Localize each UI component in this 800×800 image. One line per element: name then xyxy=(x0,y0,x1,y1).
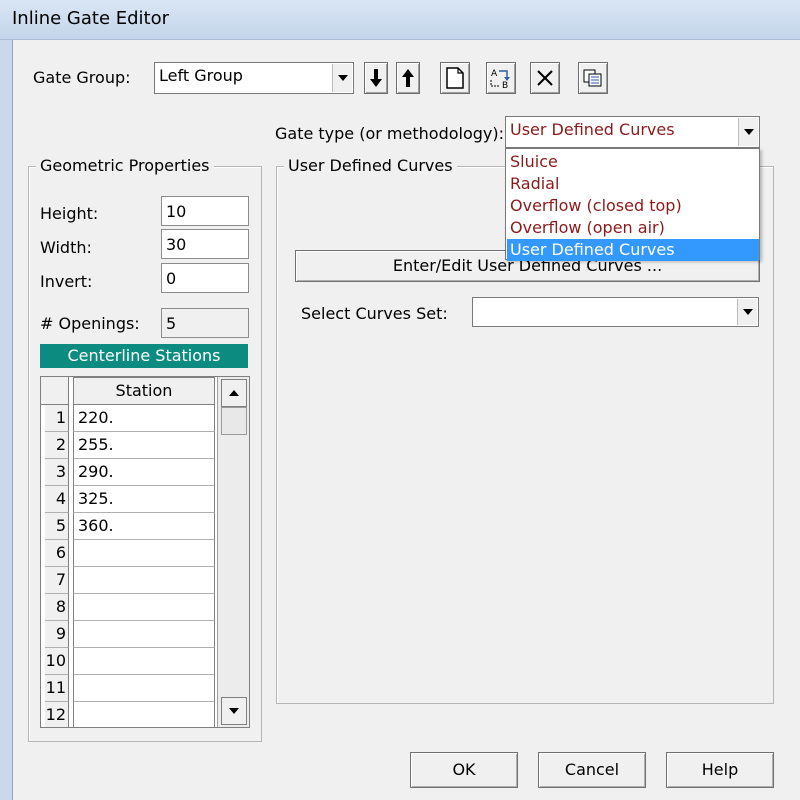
height-value: 10 xyxy=(166,202,187,221)
delete-icon xyxy=(537,70,553,86)
station-cell[interactable] xyxy=(73,621,215,648)
table-row[interactable]: 1 220. xyxy=(41,405,217,432)
dropdown-option[interactable]: Radial xyxy=(507,173,759,195)
title-bar: Inline Gate Editor xyxy=(0,0,800,40)
width-field[interactable]: 30 xyxy=(161,229,249,259)
cancel-button[interactable]: Cancel xyxy=(538,752,646,788)
row-number: 11 xyxy=(45,675,69,702)
chevron-down-icon[interactable] xyxy=(738,118,758,146)
svg-text:B: B xyxy=(502,81,508,90)
geometric-properties-title: Geometric Properties xyxy=(36,156,214,175)
chevron-down-icon xyxy=(229,708,239,714)
user-defined-curves-title: User Defined Curves xyxy=(284,156,457,175)
station-cell[interactable]: 255. xyxy=(73,432,215,459)
table-row[interactable]: 3 290. xyxy=(41,459,217,486)
table-row[interactable]: 5 360. xyxy=(41,513,217,540)
gate-type-dropdown-list[interactable]: Sluice Radial Overflow (closed top) Overflo… xyxy=(505,148,760,261)
table-row[interactable]: 10 xyxy=(41,648,217,675)
table-row[interactable]: 2 255. xyxy=(41,432,217,459)
chevron-down-icon[interactable] xyxy=(332,64,352,92)
centerline-stations-header: Centerline Stations xyxy=(40,344,248,368)
openings-label: # Openings: xyxy=(40,314,140,333)
select-curves-set-label: Select Curves Set: xyxy=(301,304,448,323)
new-icon xyxy=(446,67,464,89)
table-scrollbar[interactable] xyxy=(217,377,249,727)
delete-button[interactable] xyxy=(530,62,560,94)
table-row[interactable]: 6 xyxy=(41,540,217,567)
table-row[interactable]: 12 xyxy=(41,702,217,727)
gate-group-label: Gate Group: xyxy=(33,68,131,87)
station-cell[interactable] xyxy=(73,567,215,594)
station-cell[interactable] xyxy=(73,594,215,621)
rename-icon: AB xyxy=(490,69,510,90)
gate-type-value: User Defined Curves xyxy=(510,120,675,139)
move-down-icon xyxy=(370,69,382,87)
row-number: 2 xyxy=(45,432,69,459)
station-cell[interactable] xyxy=(73,675,215,702)
move-up-button[interactable] xyxy=(396,62,420,94)
row-number: 7 xyxy=(45,567,69,594)
table-row[interactable]: 11 xyxy=(41,675,217,702)
table-row[interactable]: 4 325. xyxy=(41,486,217,513)
chevron-down-icon[interactable] xyxy=(737,299,757,325)
row-number: 6 xyxy=(45,540,69,567)
invert-value: 0 xyxy=(166,269,177,288)
row-number: 8 xyxy=(45,594,69,621)
scroll-thumb[interactable] xyxy=(221,407,247,435)
new-button[interactable] xyxy=(440,62,470,94)
row-number: 10 xyxy=(45,648,69,675)
table-row[interactable]: 8 xyxy=(41,594,217,621)
copy-button[interactable] xyxy=(578,62,608,94)
scroll-up-button[interactable] xyxy=(221,379,247,407)
gate-type-label: Gate type (or methodology): xyxy=(275,124,504,143)
row-number: 4 xyxy=(45,486,69,513)
dropdown-option[interactable]: User Defined Curves xyxy=(507,239,759,261)
gate-group-combo[interactable]: Left Group xyxy=(154,62,354,94)
width-label: Width: xyxy=(40,238,92,257)
row-number: 9 xyxy=(45,621,69,648)
svg-text:A: A xyxy=(491,69,498,79)
dropdown-option[interactable]: Sluice xyxy=(507,151,759,173)
rename-button[interactable]: AB xyxy=(486,62,516,94)
row-number: 3 xyxy=(45,459,69,486)
width-value: 30 xyxy=(166,235,187,254)
dropdown-option[interactable]: Overflow (closed top) xyxy=(507,195,759,217)
dropdown-option[interactable]: Overflow (open air) xyxy=(507,217,759,239)
row-number: 5 xyxy=(45,513,69,540)
station-cell[interactable] xyxy=(73,648,215,675)
station-cell[interactable]: 325. xyxy=(73,486,215,513)
station-cell[interactable] xyxy=(73,540,215,567)
help-button[interactable]: Help xyxy=(666,752,774,788)
chevron-up-icon xyxy=(229,390,239,396)
table-row[interactable]: 7 xyxy=(41,567,217,594)
station-cell[interactable]: 360. xyxy=(73,513,215,540)
curves-set-combo[interactable] xyxy=(472,297,759,327)
height-field[interactable]: 10 xyxy=(161,196,249,226)
row-number: 12 xyxy=(45,702,69,727)
ok-button[interactable]: OK xyxy=(410,752,518,788)
openings-field: 5 xyxy=(161,308,249,338)
gate-group-value: Left Group xyxy=(159,66,243,85)
height-label: Height: xyxy=(40,204,99,223)
move-down-button[interactable] xyxy=(364,62,388,94)
station-column-header[interactable]: Station xyxy=(73,377,215,405)
table-row[interactable]: 9 xyxy=(41,621,217,648)
window-title: Inline Gate Editor xyxy=(12,8,170,29)
openings-value: 5 xyxy=(166,314,177,333)
centerline-stations-table[interactable]: Station 1 220. 2 255. 3 290. 4 325. 5 360. 6 7 8 9 10 1… xyxy=(40,376,250,728)
station-cell[interactable]: 290. xyxy=(73,459,215,486)
table-corner xyxy=(41,377,69,405)
invert-field[interactable]: 0 xyxy=(161,263,249,293)
copy-icon xyxy=(583,69,602,87)
scroll-down-button[interactable] xyxy=(221,697,247,725)
invert-label: Invert: xyxy=(40,272,93,291)
station-cell[interactable] xyxy=(73,702,215,727)
station-cell[interactable]: 220. xyxy=(73,405,215,432)
gate-type-combo[interactable]: User Defined Curves xyxy=(505,116,760,148)
move-up-icon xyxy=(402,69,414,87)
row-number: 1 xyxy=(45,405,69,432)
